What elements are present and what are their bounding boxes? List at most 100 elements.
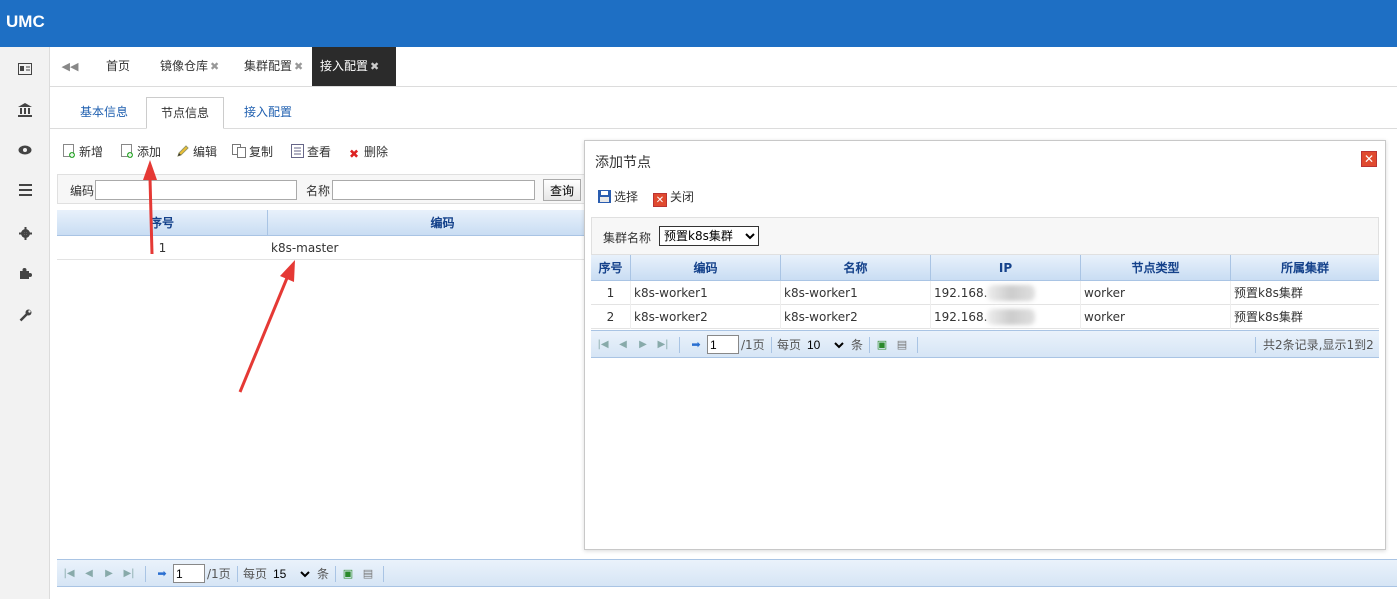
code-label: 编码 [70,184,95,198]
eye-icon[interactable] [17,144,33,158]
edit-button[interactable]: 编辑 [176,142,217,162]
cell-name: k8s-worker2 [781,305,931,329]
top-bar: UMC [0,0,1397,47]
copy-icon [232,144,246,158]
view-button[interactable]: 查看 [290,142,331,162]
arrow-to-master-row-icon [238,260,295,393]
tab-access-config[interactable]: 接入配置 ✖ [312,47,396,86]
export-text-icon[interactable]: ▤ [895,337,909,353]
pager-divider [869,337,870,353]
app-logo: UMC [6,12,45,31]
table-row[interactable]: 2 k8s-worker2 k8s-worker2 192.168. worke… [591,305,1379,329]
table-row[interactable]: 1 k8s-master [57,236,617,260]
grid-header: 序号 编码 [57,210,617,236]
tab-cluster-config[interactable]: 集群配置 ✖ [236,47,311,86]
save-icon [597,190,611,204]
tab-label: 首页 [106,59,131,73]
subtab-basic-info[interactable]: 基本信息 [66,97,142,129]
column-header-node-type[interactable]: 节点类型 [1081,255,1231,281]
pager-divider [335,566,336,582]
close-icon[interactable]: ✖ [370,60,379,73]
list-icon[interactable] [17,184,33,198]
last-page-icon[interactable]: ▶| [657,338,669,352]
pager-divider [383,566,384,582]
column-header-index[interactable]: 序号 [591,255,631,281]
close-icon[interactable]: ✖ [294,60,303,73]
tab-label: 镜像仓库 [160,59,209,73]
per-page-select[interactable]: 15 [269,565,313,583]
total-pages: /1页 [207,567,231,581]
pager-divider [917,337,918,353]
redaction-blur [987,285,1036,301]
column-header-code[interactable]: 编码 [631,255,781,281]
page-input[interactable] [173,564,205,583]
cluster-select[interactable]: 预置k8s集群 [659,226,759,246]
column-header-code[interactable]: 编码 [268,210,617,236]
pager-divider [679,337,680,353]
close-button[interactable]: ✕ 关闭 [653,188,694,207]
subtab-node-info[interactable]: 节点信息 [146,97,225,129]
page-input[interactable] [707,335,739,354]
cell-code: k8s-master [271,241,339,255]
list-view-icon [290,144,304,158]
close-icon: ✕ [653,193,667,207]
add-button[interactable]: 添加 [120,142,161,162]
copy-button[interactable]: 复制 [232,142,273,162]
cell-cluster: 预置k8s集群 [1234,310,1303,324]
export-excel-icon[interactable]: ▣ [341,566,355,582]
per-page-select[interactable]: 10 [803,336,847,354]
cell-code: k8s-worker1 [631,281,781,305]
go-arrow-icon[interactable]: ➡ [155,566,169,582]
pager-divider [237,566,238,582]
dialog-pager: |◀ ◀ ▶ ▶| ➡ /1页 每页 10 条 ▣ ▤ 共2条记录,显示1到2 [591,330,1379,358]
cell-node-type: worker [1081,305,1231,329]
record-summary: 共2条记录,显示1到2 [1263,338,1374,352]
go-arrow-icon[interactable]: ➡ [689,337,703,353]
name-input[interactable] [332,180,535,200]
select-button[interactable]: 选择 [597,188,638,206]
column-header-index[interactable]: 序号 [57,210,268,236]
first-page-icon[interactable]: |◀ [597,338,609,352]
tab-home[interactable]: 首页 [98,47,138,86]
first-page-icon[interactable]: |◀ [63,567,75,581]
pencil-icon [176,144,190,158]
double-left-icon[interactable]: ◀◀ [58,59,82,75]
puzzle-icon[interactable] [17,267,33,281]
cell-node-type: worker [1081,281,1231,305]
bank-icon[interactable] [17,103,33,117]
delete-button[interactable]: ✖ 删除 [347,142,388,162]
sidebar [0,47,50,599]
next-page-icon[interactable]: ▶ [103,567,115,581]
prev-page-icon[interactable]: ◀ [617,338,629,352]
tab-bar: ◀◀ 首页 镜像仓库 ✖ 集群配置 ✖ 接入配置 ✖ [50,47,1397,87]
new-button[interactable]: 新增 [62,142,103,162]
wrench-icon[interactable] [17,309,33,323]
query-button[interactable]: 查询 [543,179,582,201]
id-card-icon[interactable] [17,63,33,77]
next-page-icon[interactable]: ▶ [637,338,649,352]
dialog-close-icon[interactable]: ✕ [1361,151,1377,167]
code-input[interactable] [95,180,297,200]
export-text-icon[interactable]: ▤ [361,566,375,582]
cluster-filter: 集群名称 预置k8s集群 [591,217,1379,255]
red-x-icon: ✖ [348,147,360,161]
cell-index: 1 [158,241,167,255]
new-doc-icon [62,144,76,158]
per-page-unit: 条 [851,338,864,352]
name-label: 名称 [306,184,331,198]
cell-ip: 192.168. [931,281,1081,305]
column-header-ip[interactable]: IP [931,255,1081,281]
pager-divider [145,566,146,582]
close-icon[interactable]: ✖ [210,60,219,73]
add-doc-icon [120,144,134,158]
prev-page-icon[interactable]: ◀ [83,567,95,581]
last-page-icon[interactable]: ▶| [123,567,135,581]
tab-image-repo[interactable]: 镜像仓库 ✖ [152,47,227,86]
column-header-cluster[interactable]: 所属集群 [1231,255,1379,281]
subtab-access-config[interactable]: 接入配置 [230,97,306,129]
column-header-name[interactable]: 名称 [781,255,931,281]
export-excel-icon[interactable]: ▣ [875,337,889,353]
table-row[interactable]: 1 k8s-worker1 k8s-worker1 192.168. worke… [591,281,1379,305]
tab-label: 接入配置 [320,59,369,73]
gear-icon[interactable] [17,227,33,241]
